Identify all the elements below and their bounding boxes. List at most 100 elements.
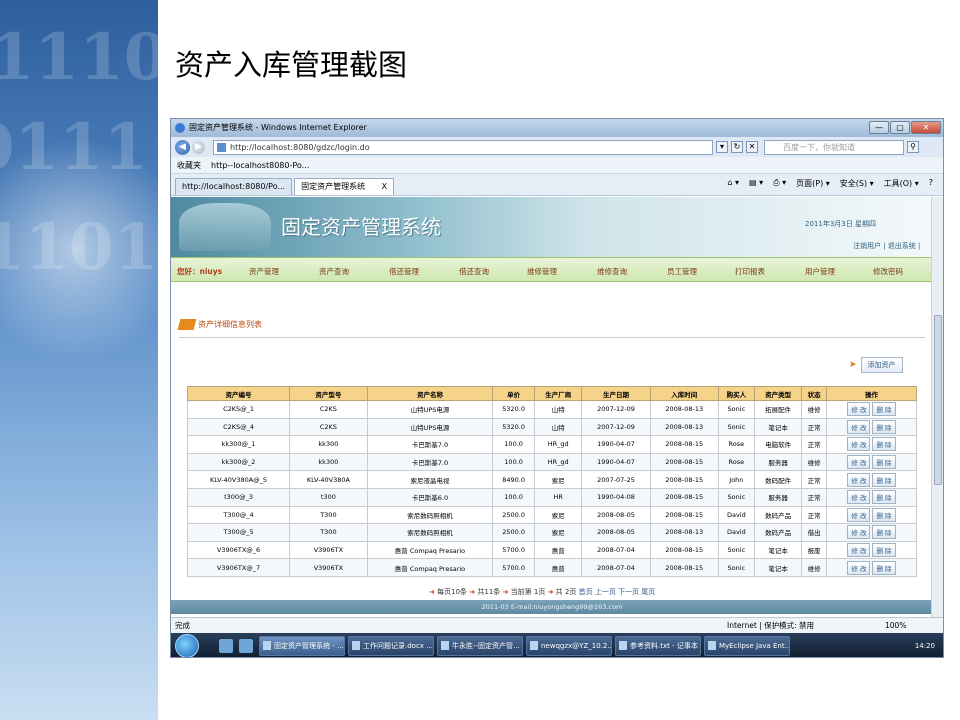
table-cell: 笔记本 xyxy=(753,417,803,437)
delete-button[interactable]: 删 除 xyxy=(872,437,896,452)
system-name: 固定资产管理系统 xyxy=(281,215,441,239)
delete-button[interactable]: 删 除 xyxy=(872,419,896,434)
delete-button[interactable]: 删 除 xyxy=(872,402,896,417)
column-header: 资产名称 xyxy=(366,386,494,401)
arrow-icon: ➤ xyxy=(849,360,857,370)
safety-menu[interactable]: 安全(S) ▾ xyxy=(840,178,874,189)
column-header: 购买人 xyxy=(717,386,755,401)
edit-button[interactable]: 修 改 xyxy=(847,507,871,522)
delete-button[interactable]: 删 除 xyxy=(872,472,896,487)
table-cell: Sonic xyxy=(717,400,755,419)
column-header: 资产类型 xyxy=(753,386,803,401)
table-cell: 2007-12-09 xyxy=(581,417,651,437)
actions-cell: 修 改删 除 xyxy=(825,558,918,577)
table-cell: V3906TX@_6 xyxy=(186,540,291,560)
favorites-link[interactable]: http--localhost8080-Po... xyxy=(211,161,309,170)
vertical-scrollbar[interactable] xyxy=(931,197,943,617)
taskbar-item[interactable]: newqgzx@YZ_10.2... xyxy=(526,636,612,656)
table-cell: 服务器 xyxy=(753,487,803,507)
back-button[interactable]: ◀ xyxy=(175,139,190,155)
edit-button[interactable]: 修 改 xyxy=(847,419,871,434)
menu-item[interactable]: 资产管理 xyxy=(249,266,279,277)
edit-button[interactable]: 修 改 xyxy=(847,437,871,452)
minimize-button[interactable]: — xyxy=(869,121,889,134)
menu-item[interactable]: 修改密码 xyxy=(873,266,903,277)
delete-button[interactable]: 删 除 xyxy=(872,507,896,522)
table-row: t300@_3 t300 卡巴斯基6.0 100.0 HR 1990-04-08 2008-… xyxy=(186,487,918,507)
last-page-link[interactable]: 尾页 xyxy=(641,588,655,596)
feeds-icon[interactable]: ▤ ▾ xyxy=(749,178,763,189)
zoom-level[interactable]: 100% xyxy=(885,618,906,633)
menu-item[interactable]: 打印报表 xyxy=(735,266,765,277)
stop-icon[interactable]: ✕ xyxy=(746,141,758,153)
menu-item[interactable]: 用户管理 xyxy=(805,266,835,277)
taskbar-item[interactable]: 参考资料.txt - 记事本 xyxy=(615,636,701,656)
tab-close-icon[interactable]: X xyxy=(382,182,387,191)
date-display: 2011年3月3日 星期四 xyxy=(805,220,876,228)
taskbar-item[interactable]: MyEclipse Java Ent... xyxy=(704,636,790,656)
menu-item[interactable]: 借还管理 xyxy=(389,266,419,277)
scrollbar-thumb[interactable] xyxy=(934,315,942,485)
favorites-button[interactable]: 收藏夹 xyxy=(177,160,201,171)
taskbar-item[interactable]: 牛永胜--固定资产管... xyxy=(437,636,523,656)
menu-item[interactable]: 维修管理 xyxy=(527,266,557,277)
help-icon[interactable]: ? xyxy=(929,178,933,189)
prev-page-link[interactable]: 上一页 xyxy=(595,588,616,596)
table-cell: 5700.0 xyxy=(492,558,535,577)
delete-button[interactable]: 删 除 xyxy=(872,525,896,540)
edit-button[interactable]: 修 改 xyxy=(847,560,871,575)
tools-menu[interactable]: 工具(O) ▾ xyxy=(884,178,919,189)
table-cell: Sonic xyxy=(717,417,755,437)
next-page-link[interactable]: 下一页 xyxy=(618,588,639,596)
table-cell: Rose xyxy=(717,452,755,472)
taskbar-item[interactable]: 工作问题记录.docx ... xyxy=(348,636,434,656)
menu-item[interactable]: 维修查询 xyxy=(597,266,627,277)
list-header: 资产详细信息列表 xyxy=(177,319,262,330)
menu-item[interactable]: 资产查询 xyxy=(319,266,349,277)
table-cell: 2008-08-13 xyxy=(649,400,719,419)
tab-previous[interactable]: http://localhost:8080/Po... xyxy=(175,178,293,195)
refresh-icon[interactable]: ↻ xyxy=(731,141,743,153)
page-content: 固定资产管理系统 2011年3月3日 星期四 注销用户 | 退出系统 | 您好：… xyxy=(171,197,933,617)
list-title: 资产详细信息列表 xyxy=(198,320,262,329)
taskbar-item[interactable]: 固定资产管理系统 - ... xyxy=(259,636,345,656)
forward-button[interactable]: ▶ xyxy=(192,140,205,154)
edit-button[interactable]: 修 改 xyxy=(847,525,871,540)
home-icon[interactable]: ⌂ ▾ xyxy=(727,178,739,189)
table-cell: 2500.0 xyxy=(492,523,535,542)
delete-button[interactable]: 删 除 xyxy=(872,543,896,558)
search-input[interactable]: 百度一下，你就知道 xyxy=(764,139,904,155)
table-cell: HR_gd xyxy=(533,435,583,454)
delete-button[interactable]: 删 除 xyxy=(872,560,896,575)
column-header: 单价 xyxy=(492,386,535,401)
print-icon[interactable]: ⎙ ▾ xyxy=(773,178,786,189)
page-menu[interactable]: 页面(P) ▾ xyxy=(796,178,830,189)
delete-button[interactable]: 删 除 xyxy=(872,490,896,505)
table-cell: T300 xyxy=(289,523,368,542)
add-asset-button[interactable]: ➤ 添加资产 xyxy=(849,357,903,373)
edit-button[interactable]: 修 改 xyxy=(847,472,871,487)
quicklaunch-icon[interactable] xyxy=(239,639,253,653)
close-button[interactable]: ✕ xyxy=(911,121,941,134)
menu-item[interactable]: 借还查询 xyxy=(459,266,489,277)
total-text: 共11条 xyxy=(477,588,501,596)
compat-view-icon[interactable]: ▾ xyxy=(716,141,728,153)
user-links[interactable]: 注销用户 | 退出系统 | xyxy=(853,241,920,251)
edit-button[interactable]: 修 改 xyxy=(847,490,871,505)
menu-item[interactable]: 员工管理 xyxy=(667,266,697,277)
first-page-link[interactable]: 首页 xyxy=(579,588,593,596)
search-icon[interactable]: ⚲ xyxy=(907,141,919,153)
table-cell: David xyxy=(717,523,755,542)
edit-button[interactable]: 修 改 xyxy=(847,543,871,558)
tab-current[interactable]: 固定资产管理系统 X xyxy=(294,178,395,195)
maximize-button[interactable]: ▢ xyxy=(890,121,910,134)
actions-cell: 修 改删 除 xyxy=(825,523,918,542)
show-desktop-icon[interactable] xyxy=(219,639,233,653)
start-button[interactable] xyxy=(175,634,199,657)
url-field[interactable]: http://localhost:8080/gdzc/login.do xyxy=(213,139,713,155)
table-cell: 索尼 xyxy=(533,523,583,542)
edit-button[interactable]: 修 改 xyxy=(847,402,871,417)
slide-side-decoration: 1110 0111 1101 xyxy=(0,0,158,720)
delete-button[interactable]: 删 除 xyxy=(872,455,896,470)
edit-button[interactable]: 修 改 xyxy=(847,455,871,470)
